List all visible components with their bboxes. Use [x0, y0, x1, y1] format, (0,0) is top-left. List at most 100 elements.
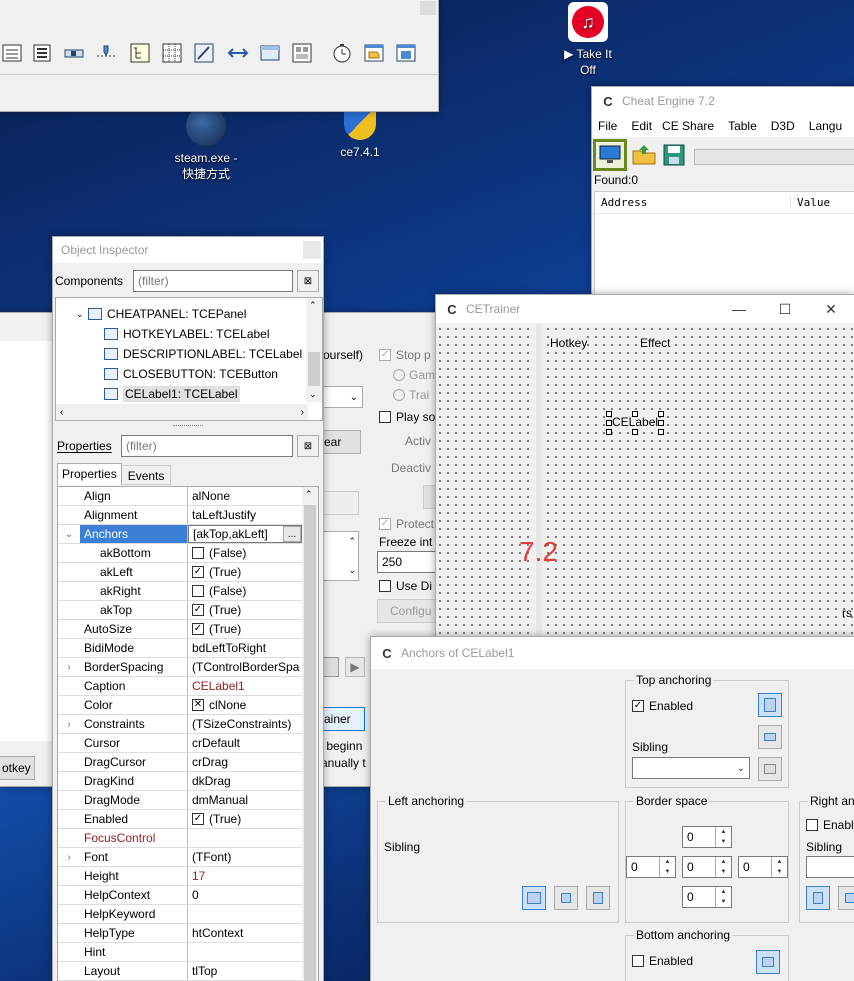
timer-tool-icon[interactable] — [329, 39, 355, 67]
spin-arrows-icon[interactable]: ▲ ▼ — [715, 857, 731, 877]
property-row[interactable]: Height 17 — [58, 867, 302, 886]
anchor-right-to-left-button[interactable] — [806, 886, 830, 910]
border-top-spin[interactable]: 0 ▲ ▼ — [682, 826, 732, 848]
property-row[interactable]: › BorderSpacing (TControlBorderSpa — [58, 658, 302, 677]
minimize-button[interactable]: — — [716, 295, 762, 323]
property-value[interactable]: tlTop — [188, 962, 302, 980]
property-value[interactable]: crDrag — [188, 753, 302, 771]
treeview-tool-icon[interactable] — [127, 39, 153, 67]
menu-language[interactable]: Langu — [809, 119, 842, 133]
resize-handle-bl[interactable] — [606, 429, 612, 435]
property-value[interactable]: (False) — [188, 582, 302, 600]
anchor-top-to-center-button[interactable] — [758, 725, 782, 749]
use-checkbox[interactable]: Use Di — [379, 579, 432, 593]
scroll-thumb[interactable] — [308, 352, 320, 386]
checkbox-icon[interactable]: ✓ — [192, 813, 204, 825]
combo-box[interactable]: ⌄ — [321, 386, 363, 408]
spin-arrows-icon[interactable]: ▲ ▼ — [715, 887, 731, 907]
property-value[interactable]: dkDrag — [188, 772, 302, 790]
anchor-top-to-bottom-button[interactable] — [758, 757, 782, 781]
desktop-icon-takeitoff[interactable]: ♫ ▶ Take It Off — [548, 2, 628, 78]
scroll-thumb[interactable] — [304, 505, 316, 981]
scroll-up-icon[interactable]: ⌃ — [309, 300, 317, 311]
tree-item[interactable]: ⌄ CHEATPANEL: TCEPanel — [56, 304, 322, 324]
tab-properties[interactable]: Properties — [57, 463, 122, 485]
checkbox-icon[interactable]: ✓ — [192, 566, 204, 578]
checkbox-icon[interactable] — [192, 585, 204, 597]
play-icon[interactable]: ▶ — [345, 657, 365, 677]
spin-arrows-icon[interactable]: ▲ ▼ — [771, 857, 787, 877]
close-icon[interactable] — [420, 1, 436, 15]
property-row[interactable]: Caption CELabel1 — [58, 677, 302, 696]
border-bottom-spin[interactable]: 0 ▲ ▼ — [682, 886, 732, 908]
design-surface-left[interactable] — [436, 325, 534, 645]
panel-tool-icon[interactable] — [257, 39, 283, 67]
property-value[interactable]: 0 — [188, 886, 302, 904]
checkbox-icon[interactable]: ✓ — [192, 604, 204, 616]
groupbox-tool-icon[interactable] — [289, 39, 315, 67]
checkbox-icon[interactable] — [192, 547, 204, 559]
play-sound-checkbox[interactable]: Play so — [379, 410, 435, 424]
anchor-right-to-center-button[interactable] — [838, 886, 854, 910]
ellipsis-button[interactable]: ... — [283, 526, 301, 542]
tab-events[interactable]: Events — [121, 465, 172, 485]
tree-item-selected[interactable]: CELabel1: TCELabel — [56, 384, 322, 404]
anchor-left-to-center-button[interactable] — [554, 886, 578, 910]
close-button[interactable]: ✕ — [808, 295, 854, 323]
configure-button[interactable]: Configu — [377, 599, 437, 623]
protect-checkbox[interactable]: ✓ Protect — [379, 517, 434, 531]
opendialog-tool-icon[interactable] — [361, 39, 387, 67]
property-row[interactable]: › Font (TFont) — [58, 848, 302, 867]
splitter-tool-icon[interactable] — [225, 39, 251, 67]
property-row[interactable]: Align alNone — [58, 487, 302, 506]
scroll-up-icon[interactable]: ⌃ — [305, 489, 313, 500]
property-value[interactable]: [akTop,akLeft]... — [188, 525, 302, 543]
add-hotkey-button[interactable]: otkey — [0, 756, 35, 780]
tree-hscrollbar[interactable]: ‹ › — [56, 404, 308, 420]
close-icon[interactable] — [303, 241, 321, 259]
menu-ceshare[interactable]: CE Share — [662, 119, 714, 133]
column-value[interactable]: Value — [791, 196, 830, 209]
design-surface-right[interactable]: Hotkey Effect CELabel — [544, 325, 854, 645]
expand-chevron-icon[interactable]: › — [58, 848, 80, 866]
resize-handle-ml[interactable] — [606, 420, 612, 426]
tree-item[interactable]: CLOSEBUTTON: TCEButton — [56, 364, 322, 384]
property-row[interactable]: akRight (False) — [58, 582, 302, 601]
save-button[interactable] — [660, 141, 688, 169]
clear-button[interactable]: ear — [321, 430, 361, 454]
selected-celabel[interactable]: CELabel — [606, 411, 664, 435]
property-value[interactable]: ✓ (True) — [188, 601, 302, 619]
right-sibling-combo[interactable] — [806, 856, 854, 878]
bottom-enabled-checkbox[interactable]: Enabled — [632, 954, 693, 968]
property-row[interactable]: Color ✕ clNone — [58, 696, 302, 715]
border-around-spin[interactable]: 0 ▲ ▼ — [682, 856, 732, 878]
components-filter-input[interactable]: (filter) — [133, 270, 293, 292]
open-file-button[interactable] — [630, 141, 658, 169]
resize-handle-bc[interactable] — [632, 429, 638, 435]
tree-vscrollbar[interactable]: ⌃ ⌄ — [306, 298, 322, 402]
menu-table[interactable]: Table — [728, 119, 757, 133]
property-row[interactable]: DragMode dmManual — [58, 791, 302, 810]
property-value[interactable]: ✓ (True) — [188, 620, 302, 638]
expand-chevron-icon[interactable]: › — [58, 658, 80, 676]
property-row[interactable]: Layout tlTop — [58, 962, 302, 981]
menu-d3d[interactable]: D3D — [771, 119, 795, 133]
spin-arrows-icon[interactable]: ▲ ▼ — [715, 827, 731, 847]
resize-handle-tc[interactable] — [632, 411, 638, 417]
scroll-left-icon[interactable]: ‹ — [60, 407, 63, 418]
scrollbar-tool-icon[interactable] — [61, 39, 87, 67]
grid-vscrollbar[interactable]: ⌃ — [302, 487, 318, 981]
activate-field[interactable] — [321, 491, 359, 515]
property-value[interactable]: (TFont) — [188, 848, 302, 866]
clear-filter-icon[interactable]: ⊠ — [297, 270, 319, 292]
property-value[interactable]: taLeftJustify — [188, 506, 302, 524]
property-row[interactable]: DragKind dkDrag — [58, 772, 302, 791]
select-process-button[interactable] — [593, 139, 627, 171]
anchor-top-to-top-button[interactable] — [758, 693, 782, 717]
generate-trainer-button[interactable]: rainer — [317, 707, 365, 731]
property-row[interactable]: AutoSize ✓ (True) — [58, 620, 302, 639]
properties-filter-input[interactable]: (filter) — [121, 435, 293, 457]
resize-handle-tl[interactable] — [606, 411, 612, 417]
border-left-spin[interactable]: 0 ▲ ▼ — [626, 856, 676, 878]
trainer-radio[interactable]: Trai — [393, 388, 429, 402]
